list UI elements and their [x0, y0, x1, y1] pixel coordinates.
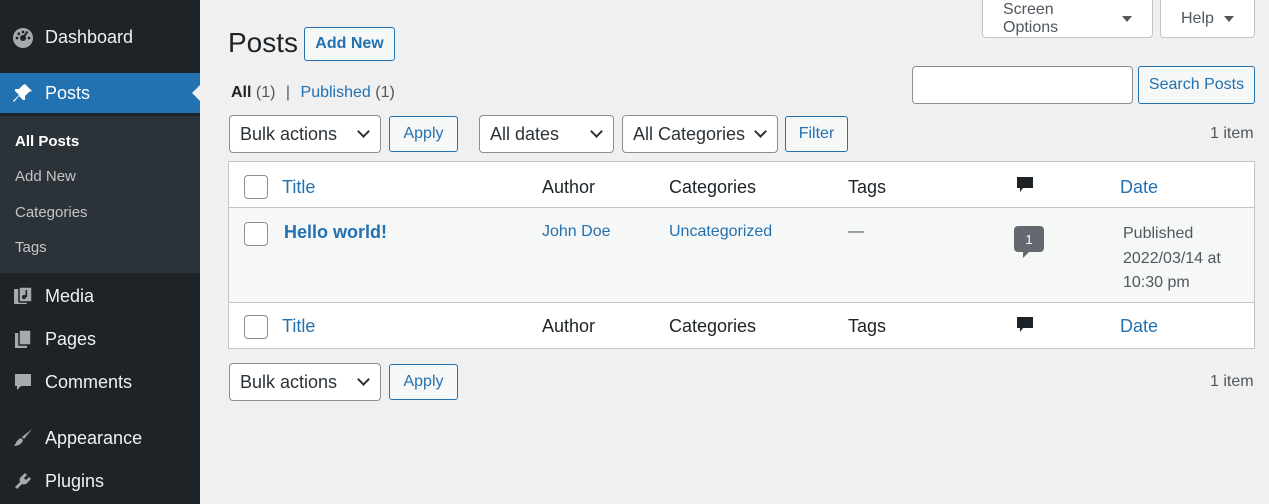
- pages-icon: [11, 327, 35, 351]
- comment-bubble-icon: [1016, 176, 1034, 194]
- submenu-item-all-posts[interactable]: All Posts: [15, 133, 79, 150]
- status-filters: All (1) | Published (1): [231, 84, 395, 102]
- select-all-checkbox[interactable]: [244, 175, 268, 199]
- dates-select[interactable]: All dates: [479, 115, 614, 153]
- caret-down-icon: [1223, 15, 1234, 22]
- item-count-top: 1 item: [1210, 125, 1254, 142]
- categories-select[interactable]: All Categories: [622, 115, 778, 153]
- dashboard-icon: [11, 25, 35, 49]
- bulk-actions-select-top[interactable]: Bulk actions: [229, 115, 381, 153]
- post-title-link[interactable]: Hello world!: [284, 222, 387, 243]
- filter-all-count: (1): [255, 84, 276, 101]
- column-author-footer: Author: [542, 316, 596, 336]
- column-categories-footer: Categories: [669, 316, 757, 336]
- post-tags: —: [848, 223, 864, 240]
- filter-published-count: (1): [375, 84, 395, 101]
- post-date: Published 2022/03/14 at 10:30 pm: [1123, 222, 1243, 296]
- select-all-checkbox-bottom[interactable]: [244, 315, 268, 339]
- admin-sidebar: Dashboard Posts All Posts Add New Catego…: [0, 0, 200, 504]
- column-tags-footer: Tags: [848, 316, 887, 336]
- sidebar-item-media[interactable]: Media: [0, 276, 200, 316]
- sidebar-item-appearance[interactable]: Appearance: [0, 418, 200, 458]
- sidebar-item-label: Comments: [45, 371, 133, 392]
- bulk-actions-value: Bulk actions: [240, 371, 338, 392]
- chevron-down-icon: [590, 125, 603, 138]
- sidebar-item-posts[interactable]: Posts: [0, 73, 200, 113]
- screen-options-label: Screen Options: [1003, 0, 1059, 36]
- apply-button-bottom[interactable]: Apply: [389, 364, 458, 400]
- submenu-item-tags[interactable]: Tags: [15, 239, 47, 256]
- submenu-item-categories[interactable]: Categories: [15, 204, 88, 221]
- sidebar-item-plugins[interactable]: Plugins: [0, 461, 200, 501]
- sidebar-item-label: Dashboard: [45, 26, 134, 47]
- filter-button[interactable]: Filter: [785, 116, 848, 152]
- posts-table: Title Author Categories Tags Date Hello …: [228, 161, 1255, 349]
- column-title-footer[interactable]: Title: [282, 316, 315, 337]
- categories-value: All Categories: [633, 123, 746, 144]
- bulk-actions-select-bottom[interactable]: Bulk actions: [229, 363, 381, 401]
- screen-options-button[interactable]: Screen Options: [982, 0, 1153, 38]
- post-author-link[interactable]: John Doe: [542, 223, 611, 241]
- filter-separator: |: [285, 84, 291, 101]
- search-input[interactable]: [912, 66, 1133, 104]
- column-author: Author: [542, 177, 596, 197]
- filter-published-link[interactable]: Published: [301, 84, 371, 101]
- chevron-down-icon: [357, 125, 370, 138]
- comment-icon: [11, 370, 35, 394]
- post-date-date: 2022/03/14 at: [1123, 249, 1221, 267]
- row-checkbox[interactable]: [244, 222, 268, 246]
- comment-count-badge[interactable]: 1: [1014, 226, 1044, 258]
- caret-down-icon: [1122, 15, 1132, 22]
- add-new-button[interactable]: Add New: [304, 27, 395, 61]
- chevron-down-icon: [357, 373, 370, 386]
- pushpin-icon: [11, 81, 35, 105]
- media-icon: [11, 284, 35, 308]
- comment-bubble-icon: [1016, 316, 1034, 334]
- help-label: Help: [1181, 9, 1214, 27]
- column-tags: Tags: [848, 177, 887, 197]
- plug-icon: [11, 469, 35, 493]
- sidebar-item-comments[interactable]: Comments: [0, 362, 200, 402]
- column-title[interactable]: Title: [282, 177, 315, 198]
- sidebar-item-label: Appearance: [45, 427, 143, 448]
- sidebar-item-label: Plugins: [45, 470, 105, 491]
- filter-all-link[interactable]: All: [231, 84, 251, 101]
- chevron-down-icon: [754, 125, 767, 138]
- column-date[interactable]: Date: [1120, 177, 1158, 198]
- help-button[interactable]: Help: [1160, 0, 1255, 38]
- post-category-link[interactable]: Uncategorized: [669, 223, 772, 241]
- post-date-status: Published: [1123, 225, 1194, 242]
- sidebar-item-label: Pages: [45, 328, 97, 349]
- table-footer-row: Title Author Categories Tags Date: [229, 303, 1254, 349]
- table-header-row: Title Author Categories Tags Date: [229, 162, 1254, 208]
- sidebar-item-pages[interactable]: Pages: [0, 319, 200, 359]
- bulk-actions-value: Bulk actions: [240, 123, 338, 144]
- submenu-item-add-new[interactable]: Add New: [15, 168, 76, 185]
- search-posts-button[interactable]: Search Posts: [1138, 66, 1255, 104]
- posts-submenu: All Posts Add New Categories Tags: [0, 116, 200, 273]
- brush-icon: [11, 426, 35, 450]
- apply-button-top[interactable]: Apply: [389, 116, 458, 152]
- post-date-time: 10:30 pm: [1123, 274, 1190, 291]
- table-row: Hello world! John Doe Uncategorized — 1 …: [229, 208, 1254, 303]
- dates-value: All dates: [490, 123, 560, 144]
- sidebar-item-label: Media: [45, 285, 95, 306]
- column-date-footer[interactable]: Date: [1120, 316, 1158, 337]
- sidebar-item-dashboard[interactable]: Dashboard: [0, 17, 200, 57]
- column-categories: Categories: [669, 177, 757, 197]
- page-title: Posts: [228, 27, 299, 58]
- item-count-bottom: 1 item: [1210, 373, 1254, 390]
- sidebar-item-label: Posts: [45, 82, 91, 103]
